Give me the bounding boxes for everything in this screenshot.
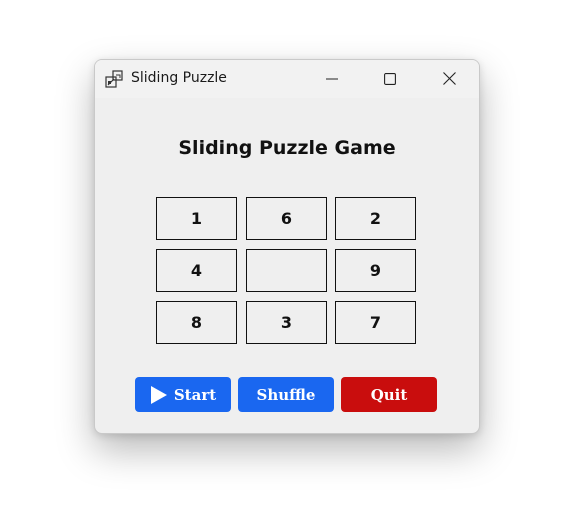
puzzle-tile[interactable]: 6 (246, 197, 327, 240)
start-button-label: Start (173, 385, 217, 404)
puzzle-tile[interactable]: 1 (156, 197, 237, 240)
window-title: Sliding Puzzle (131, 70, 227, 86)
puzzle-tile-empty[interactable] (246, 249, 327, 292)
quit-button[interactable]: Quit (341, 377, 437, 412)
puzzle-tile[interactable]: 9 (335, 249, 416, 292)
puzzle-tile[interactable]: 3 (246, 301, 327, 344)
app-window: Sliding Puzzle Sliding Puzzle Game 1 6 2… (94, 59, 480, 434)
close-icon (442, 70, 456, 89)
puzzle-tile[interactable]: 8 (156, 301, 237, 344)
start-button[interactable]: Start (135, 377, 231, 412)
title-bar[interactable]: Sliding Puzzle (95, 60, 479, 98)
maximize-icon (384, 70, 396, 89)
maximize-button[interactable] (367, 60, 413, 98)
app-icon (104, 69, 124, 89)
play-icon (150, 385, 168, 405)
puzzle-tile[interactable]: 2 (335, 197, 416, 240)
minimize-button[interactable] (309, 60, 355, 98)
close-button[interactable] (426, 60, 472, 98)
minimize-icon (326, 70, 338, 89)
puzzle-tile[interactable]: 7 (335, 301, 416, 344)
puzzle-tile[interactable]: 4 (156, 249, 237, 292)
game-heading: Sliding Puzzle Game (178, 137, 396, 159)
shuffle-button[interactable]: Shuffle (238, 377, 334, 412)
